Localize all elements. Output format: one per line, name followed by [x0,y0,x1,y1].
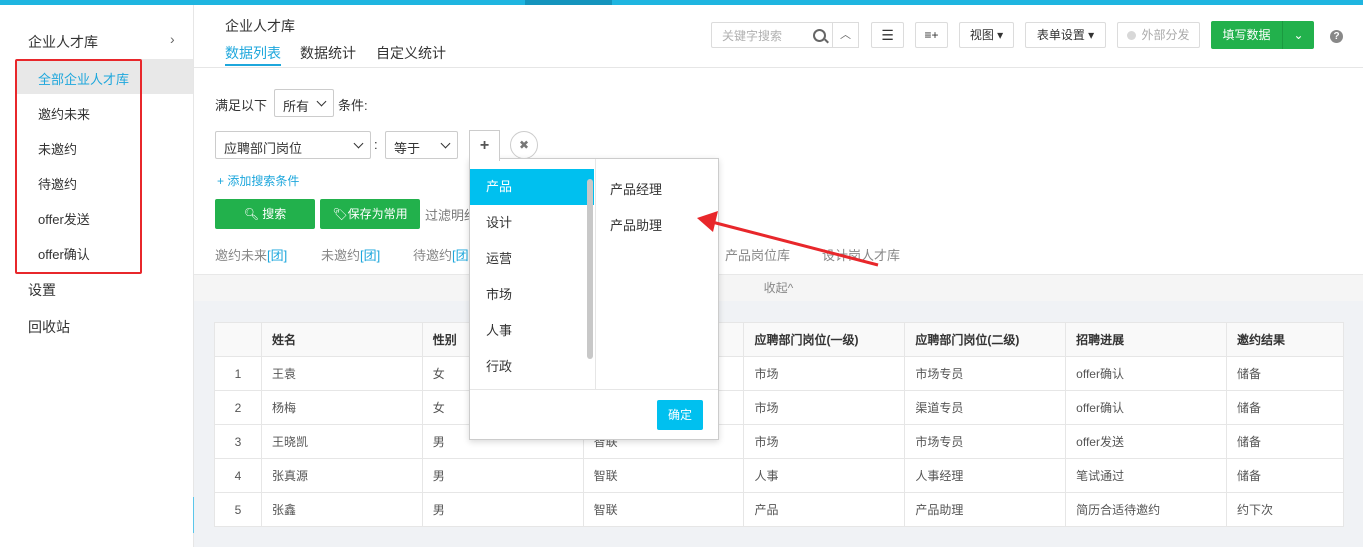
annotation-red-arrow [697,211,879,267]
